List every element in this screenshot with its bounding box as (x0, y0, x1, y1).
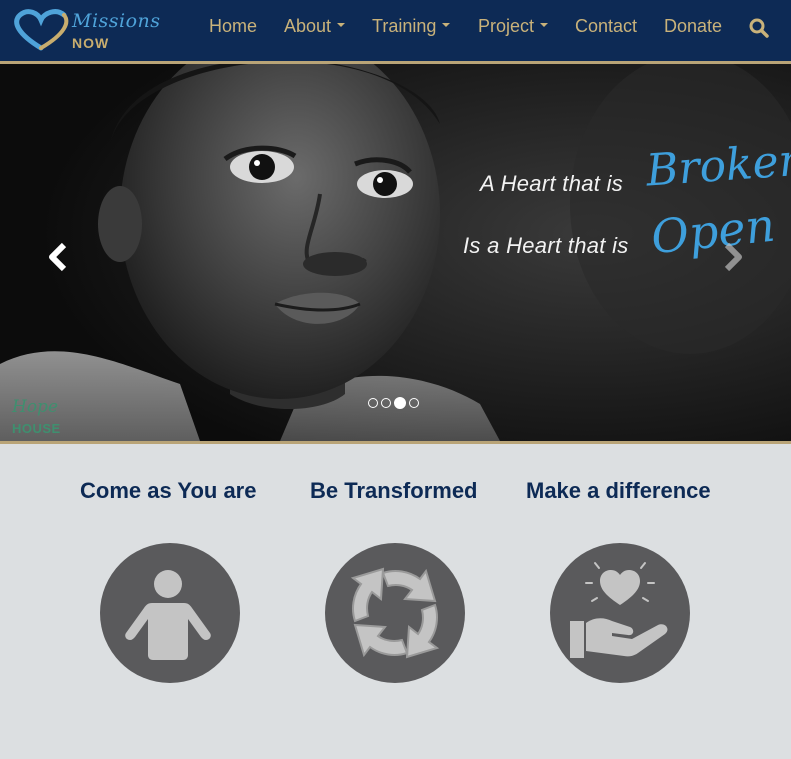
nav-label: Contact (575, 16, 638, 36)
nav-about[interactable]: About (284, 16, 346, 37)
carousel-indicators (368, 397, 419, 409)
nav-label: Training (372, 16, 437, 36)
carousel-indicator[interactable] (381, 398, 391, 408)
hero-script-word1: Broken (644, 134, 791, 197)
carousel-indicator[interactable] (409, 398, 419, 408)
hero-divider (0, 441, 791, 444)
nav-label: Donate (664, 16, 723, 36)
feature-title-be-transformed: Be Transformed (310, 478, 478, 503)
cycle-arrows-icon (350, 567, 440, 659)
feature-circle-come-as-you-are[interactable] (100, 543, 240, 683)
heart-hand-icon (570, 562, 668, 658)
navbar: Missions NOW Home About Training Project… (0, 0, 791, 61)
carousel-indicator-active[interactable] (394, 397, 406, 409)
carousel-prev-chevron-icon[interactable] (45, 242, 71, 272)
person-icon (125, 570, 211, 660)
nav-label: Project (478, 16, 535, 36)
feature-title-make-a-difference: Make a difference (526, 478, 711, 503)
brand-logo[interactable]: Missions NOW (10, 6, 160, 56)
hero-headline-line2: Is a Heart that is (463, 233, 629, 258)
nav-label: About (284, 16, 332, 36)
carousel-next-chevron-icon[interactable] (720, 242, 746, 272)
brand-script-text: Missions (72, 10, 161, 32)
nav-contact[interactable]: Contact (575, 16, 637, 37)
watermark-word-text: HOUSE (12, 421, 61, 436)
caret-down-icon (540, 23, 549, 28)
caret-down-icon (337, 23, 346, 28)
nav-home[interactable]: Home (209, 16, 257, 37)
nav-project[interactable]: Project (478, 16, 549, 37)
feature-title-come-as-you-are: Come as You are (80, 478, 257, 503)
heart-logo-icon (14, 9, 69, 51)
carousel-indicator[interactable] (368, 398, 378, 408)
nav-training[interactable]: Training (372, 16, 451, 37)
caret-down-icon (442, 23, 451, 28)
hero-carousel[interactable]: A Heart that is Broken Is a Heart that i… (0, 64, 791, 441)
brand-word-text: NOW (72, 35, 110, 51)
search-icon[interactable] (749, 18, 769, 38)
feature-circle-be-transformed[interactable] (325, 543, 465, 683)
feature-circle-make-a-difference[interactable] (550, 543, 690, 683)
hero-headline-line1: A Heart that is (480, 171, 624, 196)
watermark-script-text: Hope (12, 397, 59, 417)
nav-label: Home (209, 16, 258, 36)
nav-donate[interactable]: Donate (664, 16, 722, 37)
